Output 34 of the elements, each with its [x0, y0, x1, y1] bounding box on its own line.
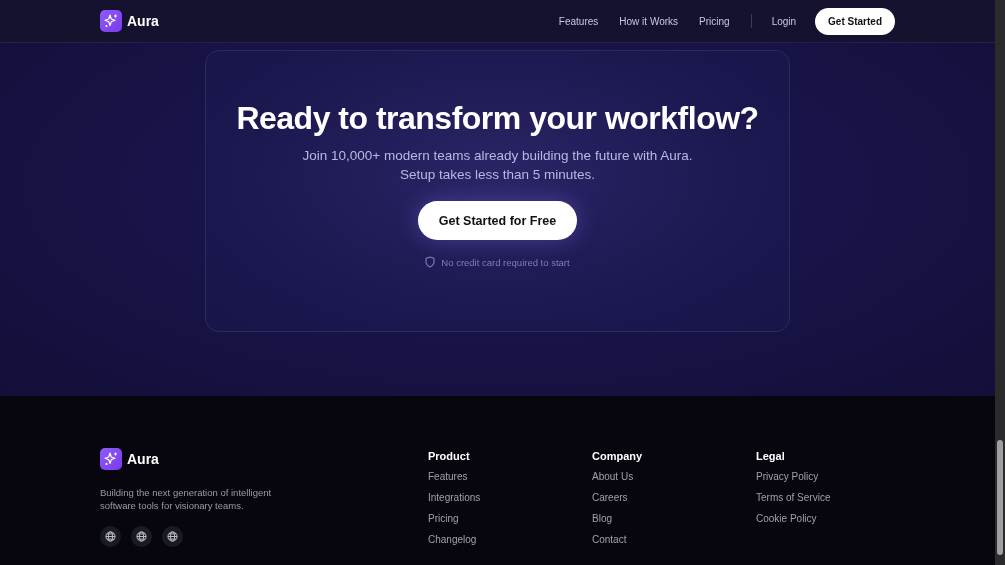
footer-link[interactable]: About Us [592, 471, 756, 483]
login-link[interactable]: Login [771, 15, 797, 27]
brand-name: Aura [127, 451, 159, 467]
nav-link[interactable]: Features [558, 15, 599, 27]
globe-icon[interactable] [100, 526, 121, 547]
footer-link[interactable]: Cookie Policy [756, 513, 920, 525]
shield-icon [425, 256, 436, 268]
nav-link[interactable]: Pricing [699, 15, 730, 27]
footer-tagline: Building the next generation of intelligent software tools for visionary teams. [100, 486, 273, 512]
footer-column-title: Product [428, 450, 471, 462]
footer-link[interactable]: Integrations [428, 492, 592, 504]
globe-icon[interactable] [131, 526, 152, 547]
cta-subtitle: Setup takes less than 5 minutes. [399, 165, 596, 184]
footer-column-title: Legal [756, 450, 786, 462]
cta-subtitle: Join 10,000+ modern teams already building the future with Aura. [302, 147, 693, 165]
get-started-free-button[interactable]: Get Started for Free [417, 201, 578, 240]
sparkle-logo-icon [100, 448, 122, 470]
scrollbar[interactable] [995, 0, 1005, 565]
footer-link[interactable]: Careers [592, 492, 756, 504]
footer-link[interactable]: Blog [592, 513, 756, 525]
footer-link[interactable]: Features [428, 471, 592, 483]
sparkle-logo-icon [100, 10, 122, 32]
get-started-button[interactable]: Get Started [815, 7, 895, 35]
no-credit-card-note: No credit card required to start [441, 256, 570, 268]
footer-link[interactable]: Privacy Policy [756, 471, 920, 483]
footer-link[interactable]: Terms of Service [756, 492, 920, 504]
globe-icon[interactable] [162, 526, 183, 547]
nav-link[interactable]: How it Works [619, 15, 679, 27]
cta-heading: Ready to transform your workflow? [236, 100, 759, 137]
footer-column-title: Company [592, 450, 644, 462]
footer-link[interactable]: Changelog [428, 534, 592, 546]
footer-link[interactable]: Pricing [428, 513, 592, 525]
footer-link[interactable]: Contact [592, 534, 756, 546]
brand-name: Aura [127, 13, 159, 29]
